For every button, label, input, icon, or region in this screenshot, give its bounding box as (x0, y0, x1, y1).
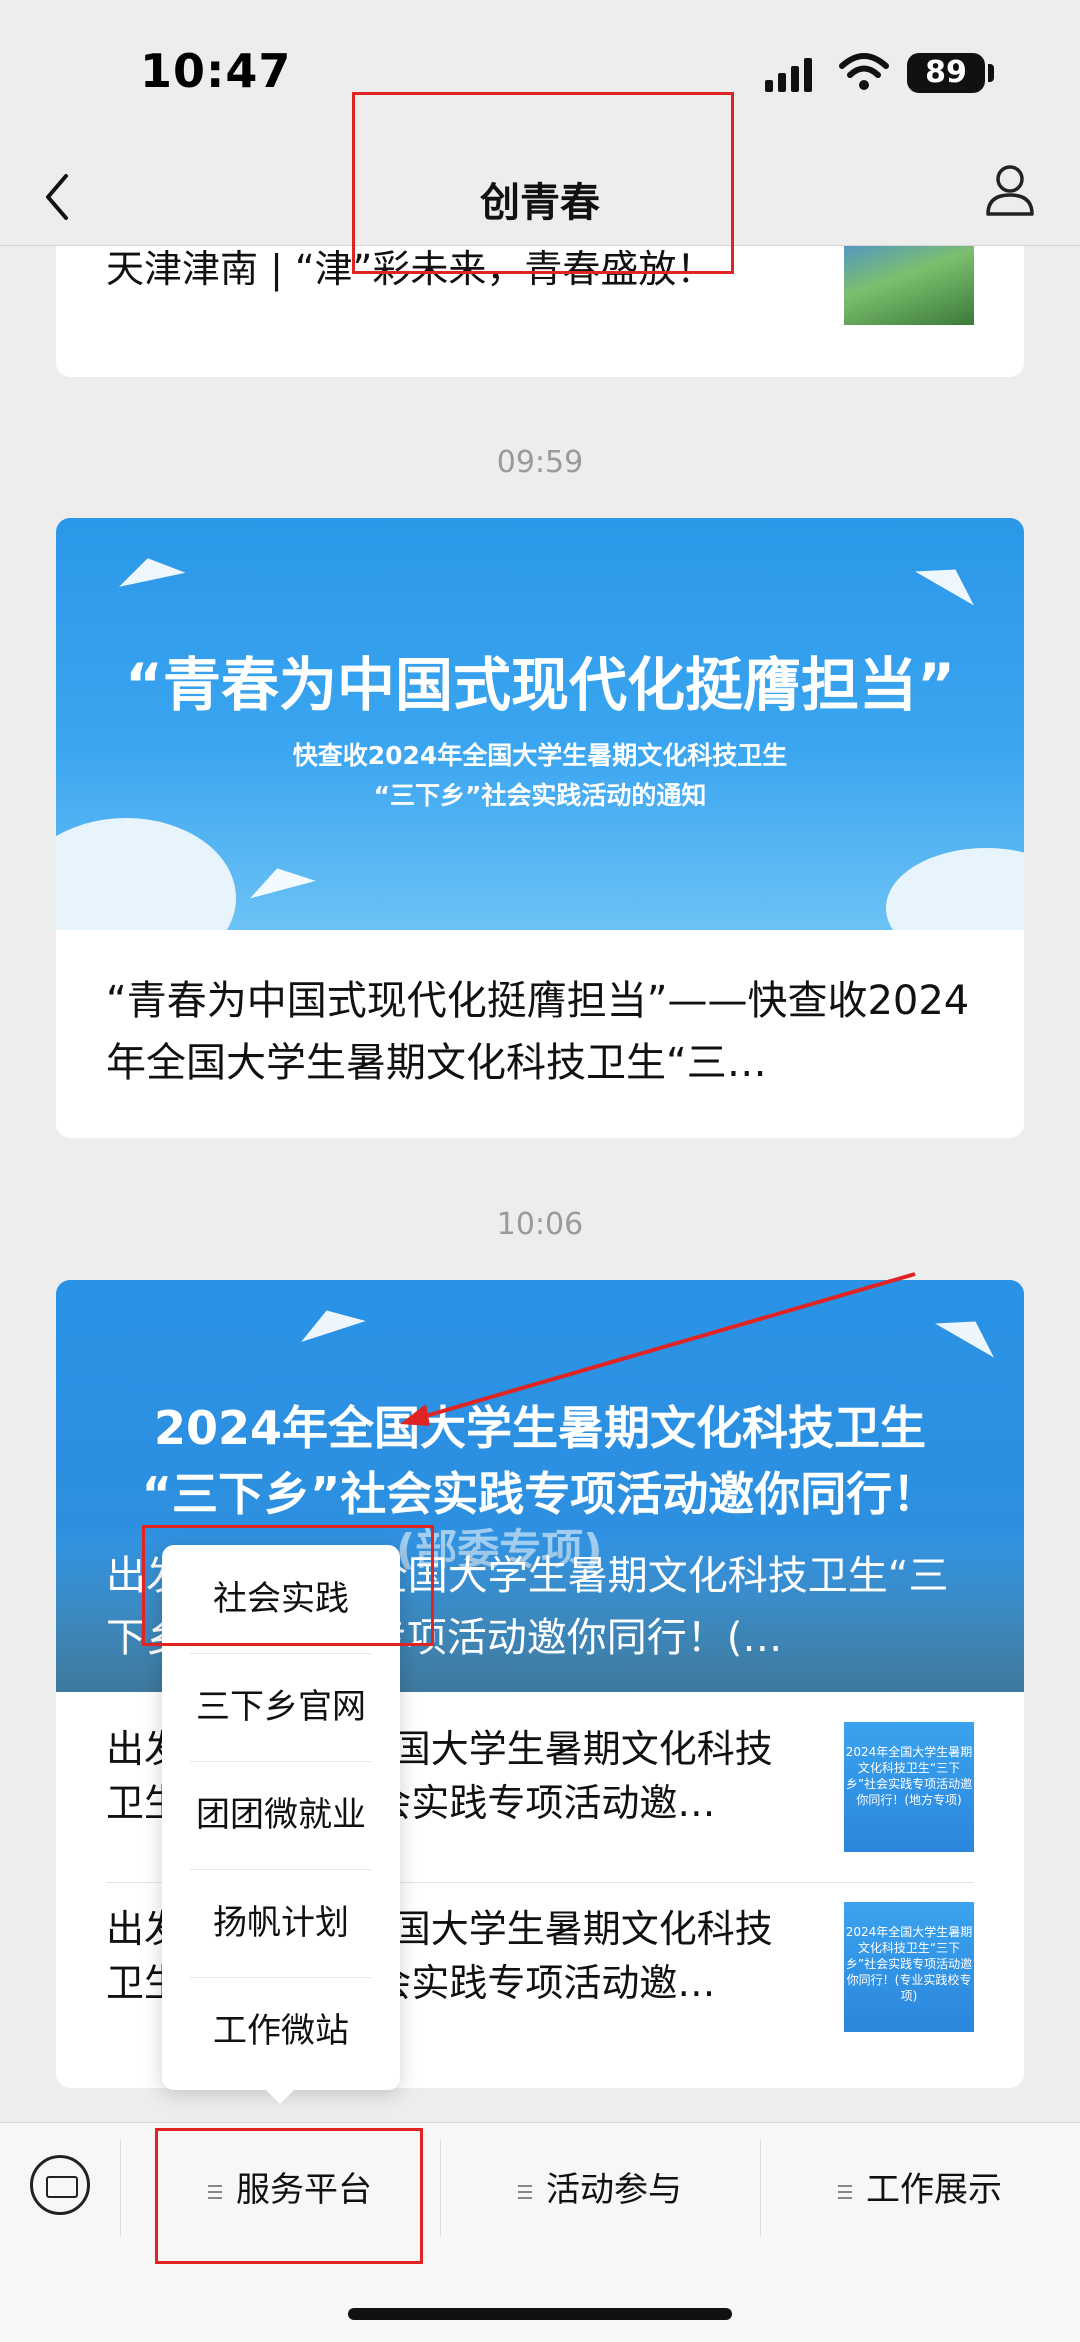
menu-list-icon (838, 2184, 852, 2199)
annotation-arrow (400, 1272, 916, 1426)
annotation-box-social-practice (142, 1525, 434, 1646)
article-thumbnail[interactable]: 2024年全国大学生暑期文化科技卫生“三下乡”社会实践专项活动邀你同行！(专业实… (844, 1902, 974, 2032)
submenu-item-sanxiaxiang[interactable]: 三下乡官网 (162, 1653, 400, 1761)
banner-headline: “青春为中国式现代化挺膺担当” (124, 651, 956, 719)
paper-plane-icon (935, 1304, 1005, 1358)
battery-tip (988, 64, 994, 82)
article-thumbnail[interactable]: 2024年全国大学生暑期文化科技卫生“三下乡”社会实践专项活动邀你同行！(地方专… (844, 1722, 974, 1852)
submenu-item-employment[interactable]: 团团微就业 (162, 1761, 400, 1869)
profile-icon[interactable] (985, 162, 1035, 218)
paper-plane-icon (244, 859, 316, 899)
menu-button-work-display[interactable]: 工作展示 (760, 2150, 1080, 2230)
home-indicator (348, 2308, 732, 2320)
cloud-decoration (886, 848, 1024, 930)
annotation-box-title (352, 92, 734, 274)
banner-subtitle: 快查收2024年全国大学生暑期文化科技卫生 (292, 741, 788, 770)
keyboard-toggle-icon[interactable] (30, 2155, 90, 2215)
banner-subtitle: “三下乡”社会实践活动的通知 (373, 781, 707, 810)
annotation-box-service-platform (155, 2128, 423, 2264)
menu-button-label: 活动参与 (546, 2170, 682, 2210)
menu-list-icon (518, 2184, 532, 2199)
wifi-icon (839, 53, 889, 90)
article-cover-banner[interactable]: “青春为中国式现代化挺膺担当” 快查收2024年全国大学生暑期文化科技卫生 “三… (56, 518, 1024, 930)
paper-plane-icon (114, 551, 186, 587)
article-title[interactable]: “青春为中国式现代化挺膺担当”——快查收2024年全国大学生暑期文化科技卫生“三… (106, 970, 986, 1094)
message-timestamp: 10:06 (496, 1207, 584, 1242)
menu-button-activity[interactable]: 活动参与 (440, 2150, 760, 2230)
paper-plane-icon (915, 552, 985, 606)
article-card[interactable]: “青春为中国式现代化挺膺担当” 快查收2024年全国大学生暑期文化科技卫生 “三… (56, 518, 1024, 1138)
article-thumbnail[interactable] (844, 235, 974, 325)
message-timestamp: 09:59 (496, 445, 584, 480)
submenu-item-yangfan[interactable]: 扬帆计划 (162, 1869, 400, 1977)
divider (120, 2140, 121, 2236)
status-time: 10:47 (140, 44, 292, 98)
battery-indicator: 89 (907, 53, 985, 93)
paper-plane-icon (294, 1300, 366, 1342)
popup-pointer (266, 2090, 294, 2104)
cloud-decoration (56, 818, 236, 930)
submenu-item-work-station[interactable]: 工作微站 (162, 1977, 400, 2085)
cellular-signal-icon (765, 58, 812, 92)
menu-button-label: 工作展示 (866, 2170, 1002, 2210)
